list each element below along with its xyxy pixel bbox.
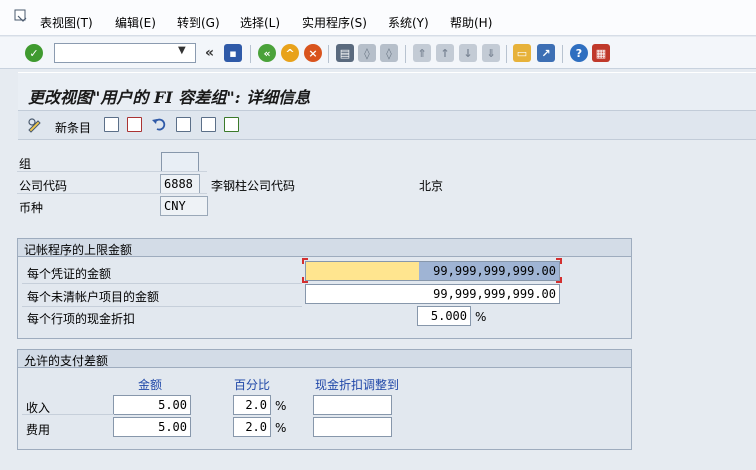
menu-bar	[0, 0, 756, 36]
command-field[interactable]	[54, 43, 196, 63]
menu-window-icon[interactable]	[14, 9, 28, 23]
find-icon[interactable]: ◊	[358, 44, 376, 62]
column-header-percent: 百分比	[234, 378, 271, 392]
focus-corner-bottom-right	[556, 277, 562, 283]
expense-percent-unit: %	[275, 421, 287, 435]
revenue-percent-unit: %	[275, 399, 287, 413]
payment-differences-title: 允许的支付差额	[18, 350, 631, 368]
enter-icon[interactable]: ✓	[25, 44, 43, 62]
cancel-icon[interactable]: ×	[304, 44, 322, 62]
group-label: 组	[19, 157, 32, 171]
column-header-amount: 金额	[138, 378, 163, 392]
company-code-label: 公司代码	[19, 179, 68, 193]
focus-corner-top-left	[302, 258, 308, 264]
select-all-icon[interactable]	[224, 117, 239, 132]
menu-selection[interactable]: 选择(L)	[240, 14, 280, 31]
currency-field[interactable]: CNY	[160, 196, 208, 216]
last-page-icon[interactable]: ⇓	[482, 44, 500, 62]
limit-label-cash-discount: 每个行项的现金折扣	[27, 312, 136, 326]
group-field[interactable]	[161, 152, 199, 172]
back-icon[interactable]: «	[258, 44, 276, 62]
create-session-icon[interactable]: ▭	[513, 44, 531, 62]
delete-icon[interactable]	[127, 117, 142, 132]
page-title: 更改视图"用户的 FI 容差组": 详细信息	[28, 88, 311, 107]
find-next-icon[interactable]: ◊	[380, 44, 398, 62]
undo-icon[interactable]	[151, 116, 167, 132]
print-icon[interactable]: ▤	[336, 44, 354, 62]
amount-per-open-item-field[interactable]: 99,999,999,999.00	[305, 284, 560, 304]
revenue-amount-field[interactable]: 5.00	[113, 395, 191, 415]
menu-table-view[interactable]: 表视图(T)	[40, 14, 93, 31]
exit-icon[interactable]: ^	[281, 44, 299, 62]
limit-label-per-open-item: 每个未清帐户项目的金额	[27, 290, 160, 304]
expense-amount-field[interactable]: 5.00	[113, 417, 191, 437]
menu-system[interactable]: 系统(Y)	[388, 14, 429, 31]
menu-edit[interactable]: 编辑(E)	[115, 14, 156, 31]
menu-utilities[interactable]: 实用程序(S)	[302, 14, 367, 31]
limit-label-per-document: 每个凭证的金额	[27, 267, 112, 281]
previous-entry-icon[interactable]	[176, 117, 191, 132]
currency-label: 币种	[19, 201, 44, 215]
copy-as-icon[interactable]	[104, 117, 119, 132]
amount-per-document-field[interactable]: 99,999,999,999.00	[305, 261, 560, 281]
revenue-cash-discount-field[interactable]	[313, 395, 392, 415]
first-page-icon[interactable]: ⇑	[413, 44, 431, 62]
save-icon[interactable]: ▪	[224, 44, 242, 62]
new-entries-button[interactable]: 新条目	[55, 119, 91, 136]
cash-discount-percent-unit: %	[475, 310, 487, 324]
focus-corner-top-right	[556, 258, 562, 264]
expense-cash-discount-field[interactable]	[313, 417, 392, 437]
revenue-percent-field[interactable]: 2.0	[233, 395, 271, 415]
column-header-cash-discount-adj: 现金折扣调整到	[315, 378, 400, 392]
change-display-icon[interactable]	[26, 116, 44, 134]
expense-percent-field[interactable]: 2.0	[233, 417, 271, 437]
menu-help[interactable]: 帮助(H)	[450, 14, 492, 31]
help-icon[interactable]: ?	[570, 44, 588, 62]
city-text: 北京	[419, 179, 444, 193]
chevron-down-icon[interactable]: ▼	[178, 45, 186, 56]
next-page-icon[interactable]: ↓	[459, 44, 477, 62]
focus-corner-bottom-left	[302, 277, 308, 283]
menu-goto[interactable]: 转到(G)	[177, 14, 220, 31]
company-code-field[interactable]: 6888	[160, 174, 200, 194]
company-name-text: 李钢柱公司代码	[211, 179, 296, 193]
previous-page-icon[interactable]: ↑	[436, 44, 454, 62]
next-entry-icon[interactable]	[201, 117, 216, 132]
expense-label: 费用	[26, 423, 51, 437]
shortcut-icon[interactable]: ↗	[537, 44, 555, 62]
cash-discount-per-item-field[interactable]: 5.000	[417, 306, 471, 326]
posting-limits-title: 记帐程序的上限金额	[18, 239, 631, 257]
customize-layout-icon[interactable]: ▦	[592, 44, 610, 62]
chevron-left-icon[interactable]: «	[205, 45, 214, 61]
